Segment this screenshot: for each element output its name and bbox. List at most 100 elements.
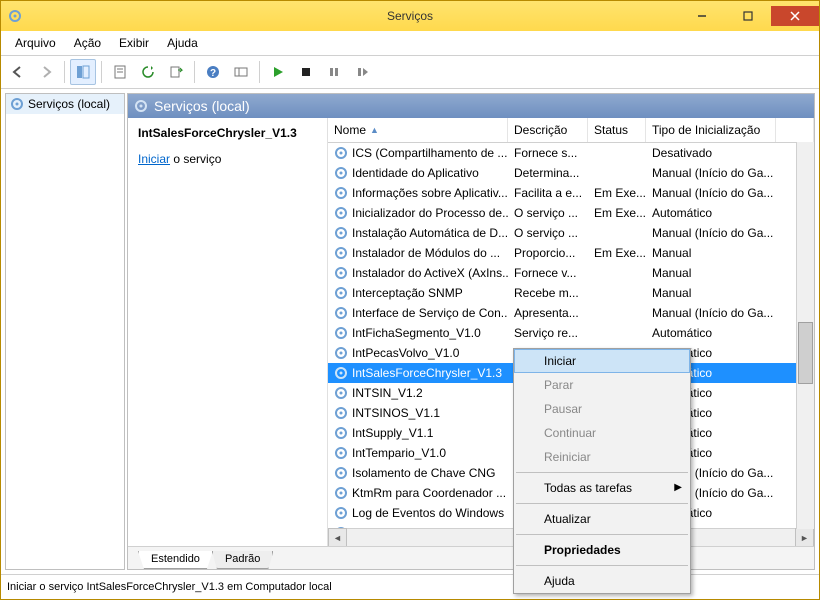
- cm-all-tasks-label: Todas as tarefas: [544, 481, 632, 495]
- cm-separator: [516, 565, 688, 566]
- cm-help[interactable]: Ajuda: [514, 569, 690, 593]
- restart-service-button[interactable]: [349, 59, 375, 85]
- col-header-status[interactable]: Status: [588, 118, 646, 142]
- cell-startup: Automático: [646, 206, 776, 220]
- toolbar-separator: [259, 61, 260, 83]
- col-header-description[interactable]: Descrição: [508, 118, 588, 142]
- cell-desc: O serviço ...: [508, 206, 588, 220]
- stop-service-button[interactable]: [293, 59, 319, 85]
- cell-startup: Manual: [646, 266, 776, 280]
- col-header-spacer: [776, 118, 814, 142]
- menu-view[interactable]: Exibir: [111, 33, 157, 53]
- gear-icon: [334, 226, 348, 240]
- service-name-text: INTSIN_V1.2: [352, 386, 423, 400]
- gear-icon: [334, 266, 348, 280]
- start-service-button[interactable]: [265, 59, 291, 85]
- cm-pause: Pausar: [514, 397, 690, 421]
- cell-startup: Automático: [646, 326, 776, 340]
- col-header-name[interactable]: Nome▲: [328, 118, 508, 142]
- cell-name: IntPecasVolvo_V1.0: [328, 346, 508, 360]
- tab-standard[interactable]: Padrão: [212, 551, 273, 569]
- menubar: Arquivo Ação Exibir Ajuda: [1, 31, 819, 56]
- back-button[interactable]: [5, 59, 31, 85]
- toolbar-separator: [64, 61, 65, 83]
- cell-startup: Manual (Início do Ga...: [646, 306, 776, 320]
- start-service-link[interactable]: Iniciar: [138, 152, 170, 166]
- results-pane: Serviços (local) IntSalesForceChrysler_V…: [127, 93, 815, 570]
- cell-name: Interceptação SNMP: [328, 286, 508, 300]
- cm-start[interactable]: Iniciar: [514, 349, 690, 373]
- cell-desc: Determina...: [508, 166, 588, 180]
- service-row[interactable]: Identidade do AplicativoDetermina...Manu…: [328, 163, 814, 183]
- pane-title: Serviços (local): [154, 98, 250, 114]
- cell-name: KtmRm para Coordenador ...: [328, 486, 508, 500]
- cm-all-tasks[interactable]: Todas as tarefas▶: [514, 476, 690, 500]
- gear-icon: [334, 286, 348, 300]
- statusbar: Iniciar o serviço IntSalesForceChrysler_…: [1, 574, 819, 599]
- gear-icon: [334, 186, 348, 200]
- toolbar-extra-button[interactable]: [228, 59, 254, 85]
- toolbar: ?: [1, 56, 819, 89]
- svg-text:?: ?: [210, 68, 216, 79]
- menu-help[interactable]: Ajuda: [159, 33, 206, 53]
- service-row[interactable]: Inicializador do Processo de...O serviço…: [328, 203, 814, 223]
- cell-name: IntSalesForceChrysler_V1.3: [328, 366, 508, 380]
- cell-desc: Serviço re...: [508, 326, 588, 340]
- service-row[interactable]: Instalador do ActiveX (AxIns...Fornece v…: [328, 263, 814, 283]
- cm-refresh[interactable]: Atualizar: [514, 507, 690, 531]
- refresh-button[interactable]: [135, 59, 161, 85]
- context-menu: Iniciar Parar Pausar Continuar Reiniciar…: [513, 348, 691, 594]
- gear-icon: [334, 206, 348, 220]
- cell-startup: Desativado: [646, 146, 776, 160]
- export-button[interactable]: [163, 59, 189, 85]
- cell-name: ICS (Compartilhamento de ...: [328, 146, 508, 160]
- service-row[interactable]: Informações sobre Aplicativ...Facilita a…: [328, 183, 814, 203]
- service-row[interactable]: ICS (Compartilhamento de ...Fornece s...…: [328, 143, 814, 163]
- pause-service-button[interactable]: [321, 59, 347, 85]
- menu-file[interactable]: Arquivo: [7, 33, 64, 53]
- service-name-text: ICS (Compartilhamento de ...: [352, 146, 507, 160]
- col-header-startup[interactable]: Tipo de Inicialização: [646, 118, 776, 142]
- selected-service-name: IntSalesForceChrysler_V1.3: [138, 126, 317, 140]
- cell-name: Identidade do Aplicativo: [328, 166, 508, 180]
- cell-name: Logon de rede: [328, 526, 508, 528]
- service-row[interactable]: Instalação Automática de D...O serviço .…: [328, 223, 814, 243]
- service-row[interactable]: Interceptação SNMPRecebe m...Manual: [328, 283, 814, 303]
- service-name-text: Informações sobre Aplicativ...: [352, 186, 508, 200]
- cell-desc: Fornece v...: [508, 266, 588, 280]
- cm-continue: Continuar: [514, 421, 690, 445]
- scroll-right-arrow[interactable]: ►: [795, 528, 814, 546]
- service-name-text: IntFichaSegmento_V1.0: [352, 326, 481, 340]
- cm-properties[interactable]: Propriedades: [514, 538, 690, 562]
- gear-icon: [334, 146, 348, 160]
- cell-name: INTSIN_V1.2: [328, 386, 508, 400]
- tree-root-services[interactable]: Serviços (local): [6, 94, 124, 114]
- window-title: Serviços: [1, 9, 819, 23]
- help-button[interactable]: ?: [200, 59, 226, 85]
- cell-desc: Proporcio...: [508, 246, 588, 260]
- tab-extended[interactable]: Estendido: [138, 551, 213, 569]
- service-name-text: Instalador de Módulos do ...: [352, 246, 500, 260]
- service-name-text: IntSupply_V1.1: [352, 426, 433, 440]
- cm-restart: Reiniciar: [514, 445, 690, 469]
- cell-desc: O serviço ...: [508, 226, 588, 240]
- main-body: Serviços (local) Serviços (local) IntSal…: [1, 89, 819, 574]
- vertical-scrollbar[interactable]: [796, 142, 814, 529]
- scrollbar-thumb[interactable]: [798, 322, 813, 384]
- console-tree[interactable]: Serviços (local): [5, 93, 125, 570]
- gear-icon: [334, 406, 348, 420]
- cm-separator: [516, 472, 688, 473]
- service-name-text: Identidade do Aplicativo: [352, 166, 479, 180]
- cell-name: IntTempario_V1.0: [328, 446, 508, 460]
- gear-icon: [334, 386, 348, 400]
- properties-button[interactable]: [107, 59, 133, 85]
- gear-icon: [334, 246, 348, 260]
- scroll-left-arrow[interactable]: ◄: [328, 528, 347, 546]
- menu-action[interactable]: Ação: [66, 33, 109, 53]
- detail-actions: Iniciar o serviço: [138, 152, 317, 166]
- forward-button[interactable]: [33, 59, 59, 85]
- service-row[interactable]: Interface de Serviço de Con...Apresenta.…: [328, 303, 814, 323]
- service-row[interactable]: Instalador de Módulos do ... Proporcio...…: [328, 243, 814, 263]
- show-hide-tree-button[interactable]: [70, 59, 96, 85]
- service-row[interactable]: IntFichaSegmento_V1.0 Serviço re... Automá…: [328, 323, 814, 343]
